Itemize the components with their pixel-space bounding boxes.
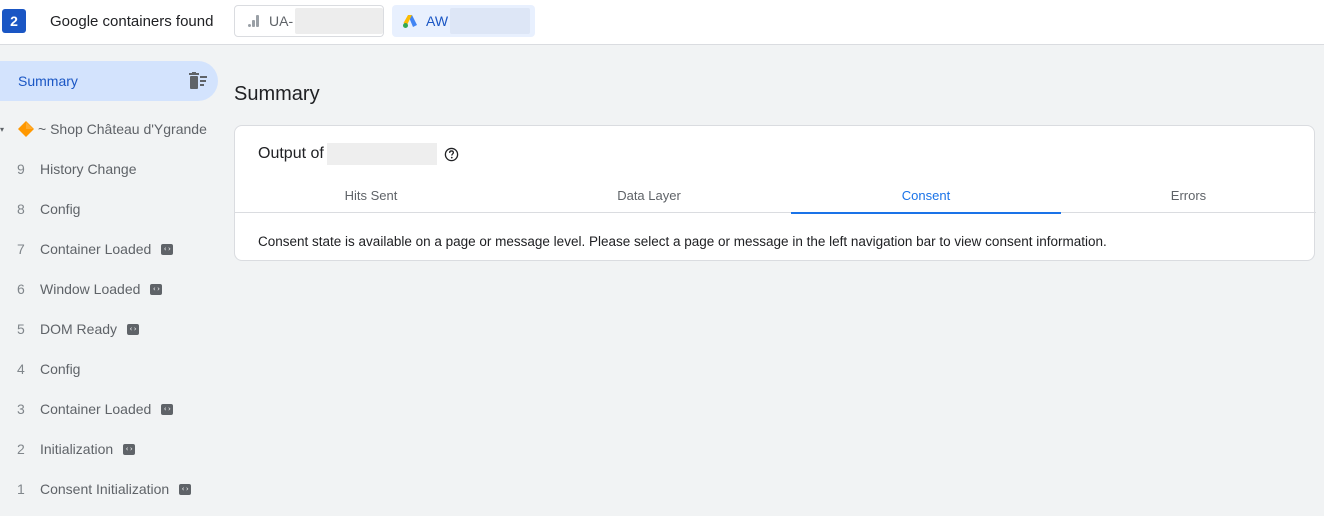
tab-errors[interactable]: Errors xyxy=(1061,178,1316,213)
sidebar-item-label: Summary xyxy=(18,73,78,89)
help-icon[interactable] xyxy=(444,147,459,162)
event-name: Config xyxy=(40,361,81,377)
redacted-container-id xyxy=(295,8,383,34)
page-heading: Summary xyxy=(234,83,320,105)
event-name: Container Loaded xyxy=(40,401,152,417)
event-name: Container Loaded xyxy=(40,241,152,257)
event-number: 3 xyxy=(17,401,25,417)
event-number: 7 xyxy=(17,241,25,257)
tab-consent[interactable]: Consent xyxy=(791,178,1061,214)
sidebar-event-item[interactable]: 2 Initialization ‹› xyxy=(0,437,222,461)
sidebar-item-summary[interactable]: Summary xyxy=(0,61,218,101)
sidebar-page-item[interactable]: ▾ ~ Shop Château d'Ygrande xyxy=(0,117,222,141)
sidebar-event-item[interactable]: 4 Config xyxy=(0,357,222,381)
code-icon: ‹› xyxy=(150,283,163,295)
output-header: Output of xyxy=(258,143,459,165)
redacted-container-id xyxy=(450,8,531,34)
event-name: Window Loaded xyxy=(40,281,141,297)
clear-all-icon[interactable] xyxy=(188,72,208,90)
event-number: 8 xyxy=(17,201,25,217)
container-chip-ua[interactable]: UA- xyxy=(234,5,384,37)
event-number: 4 xyxy=(17,361,25,377)
event-name: Initialization xyxy=(40,441,114,457)
code-icon: ‹› xyxy=(127,323,140,335)
analytics-bars-icon xyxy=(245,13,261,29)
consent-info-message: Consent state is available on a page or … xyxy=(258,234,1107,249)
event-number: 5 xyxy=(17,321,25,337)
top-bar: 2 Google containers found UA- AW xyxy=(0,0,1324,45)
sidebar-event-item[interactable]: 3 Container Loaded ‹› xyxy=(0,397,222,421)
page-title: ~ Shop Château d'Ygrande xyxy=(38,121,207,137)
orange-diamond-icon xyxy=(18,121,34,137)
output-label: Output of xyxy=(258,145,324,162)
sidebar-event-item[interactable]: 9 History Change xyxy=(0,157,222,181)
tab-hits-sent[interactable]: Hits Sent xyxy=(235,178,507,213)
expand-caret-icon[interactable]: ▾ xyxy=(0,125,6,134)
code-icon: ‹› xyxy=(161,403,174,415)
event-name: DOM Ready xyxy=(40,321,118,337)
event-name: Consent Initialization xyxy=(40,481,170,497)
container-chip-aw[interactable]: AW xyxy=(392,5,535,37)
event-number: 9 xyxy=(17,161,25,177)
event-number: 1 xyxy=(17,481,25,497)
sidebar-event-item[interactable]: 6 Window Loaded ‹› xyxy=(0,277,222,301)
containers-found-label: Google containers found xyxy=(50,13,214,30)
event-number: 6 xyxy=(17,281,25,297)
sidebar-event-item[interactable]: 8 Config xyxy=(0,197,222,221)
sidebar-event-item[interactable]: 7 Container Loaded ‹› xyxy=(0,237,222,261)
output-tabs: Hits Sent Data Layer Consent Errors xyxy=(235,178,1316,214)
code-icon: ‹› xyxy=(179,483,192,495)
redacted-output-target xyxy=(326,143,437,165)
container-count-badge: 2 xyxy=(2,9,26,33)
event-number: 2 xyxy=(17,441,25,457)
sidebar-event-item[interactable]: 1 Consent Initialization ‹› xyxy=(0,477,222,501)
container-id-prefix: AW xyxy=(426,13,449,29)
summary-card: Output of Hits Sent Data Layer Consent E… xyxy=(234,125,1316,261)
event-name: Config xyxy=(40,201,81,217)
container-id-prefix: UA- xyxy=(269,13,294,29)
google-ads-icon xyxy=(402,13,418,29)
event-name: History Change xyxy=(40,161,137,177)
code-icon: ‹› xyxy=(161,243,174,255)
sidebar: Summary ▾ ~ Shop Château d'Ygrande 9 His… xyxy=(0,45,222,516)
code-icon: ‹› xyxy=(123,443,136,455)
sidebar-event-item[interactable]: 5 DOM Ready ‹› xyxy=(0,317,222,341)
tab-data-layer[interactable]: Data Layer xyxy=(513,178,785,213)
